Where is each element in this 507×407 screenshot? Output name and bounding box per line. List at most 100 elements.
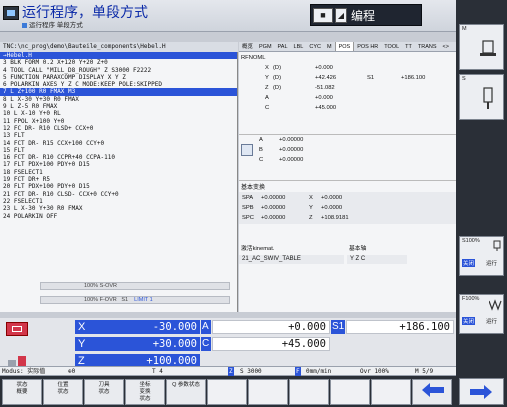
spindle-small-icon [493, 240, 501, 251]
kin-value: 21_AC_SWIV_TABLE [239, 255, 344, 264]
softkey-line1: 刀具 [98, 382, 110, 388]
transform-offset: +0.0000 [321, 205, 343, 211]
tab-pal[interactable]: PAL [275, 42, 291, 51]
softkey-4[interactable]: 坐标 变换 状态 [125, 379, 165, 405]
m-label: M [462, 26, 467, 32]
tab-pgm[interactable]: PGM [256, 42, 275, 51]
transform-box: SPA +0.00000 X +0.0000 SPB +0.00000 Y +0.0000 SP… [239, 192, 456, 224]
position-row: C +45.000 [239, 104, 456, 112]
transform-value: +0.00000 [261, 205, 286, 211]
axis2-position: +0.000 [212, 320, 330, 334]
override-area: 100% S-OVR 100% F-OVR S1 LIMIT 1 [40, 281, 230, 309]
softkey-5[interactable]: Q 参数状态 [166, 379, 206, 405]
s-label: S [462, 76, 466, 82]
transform-offset: +0.0000 [321, 195, 343, 201]
mode-label: 编程 [351, 9, 376, 23]
kin-title-row: 激活kinemat. 基本轴 [239, 245, 456, 253]
transform-label: SPA [242, 195, 254, 201]
tab-cyc[interactable]: CYC [306, 42, 324, 51]
tab--[interactable]: <> [440, 42, 452, 51]
program-line[interactable]: 13 FLT [0, 132, 237, 139]
m-key[interactable]: M [459, 24, 504, 70]
softkey-6[interactable] [207, 379, 247, 405]
axis-value: -51.082 [315, 85, 335, 91]
mode-dot-icon [22, 22, 27, 28]
alarm-icon[interactable] [6, 322, 28, 336]
program-line[interactable]: 7 L Z+100 R0 FMAX M3 [0, 88, 237, 96]
tab-m[interactable]: M [324, 42, 335, 51]
program-line[interactable]: 16 FCT DR- R10 CCPR+40 CCPA-110 [0, 154, 237, 161]
transform-axis: Z [309, 215, 313, 221]
spindle-speed: S 3000 [240, 368, 262, 375]
softkey-line2: 概要 [16, 389, 28, 395]
softkey-1[interactable]: 状态 概要 [2, 379, 42, 405]
softkey-9[interactable] [330, 379, 370, 405]
softkey-line1: 位置 [57, 382, 69, 388]
spindle-override-key[interactable]: S100% 关闭 运行 [459, 236, 504, 276]
position-row: Y (D) +42.426 S1 +186.100 [239, 74, 456, 82]
tab-pos[interactable]: POS [334, 42, 355, 51]
program-line[interactable]: 11 FPOL X+100 Y+0 [0, 118, 237, 125]
program-line[interactable]: 23 L X-30 Y+30 R0 FMAX [0, 205, 237, 212]
mode-indicator[interactable]: ■ ◢ 编程 [310, 4, 422, 26]
softkey-10[interactable] [371, 379, 411, 405]
transform-row: SPB +0.00000 Y +0.0000 [239, 204, 456, 212]
tab-trans[interactable]: TRANS [415, 42, 440, 51]
program-line[interactable]: 12 FC DR- R10 CLSD+ CCX+0 [0, 125, 237, 132]
program-line[interactable]: 15 FLT [0, 147, 237, 154]
tab--[interactable]: 概览 [239, 42, 256, 51]
softkey-8[interactable] [289, 379, 329, 405]
axis2-name: C [201, 337, 211, 351]
program-line[interactable]: 6 POLARKIN AXES Y Z C MODE:KEEP POLE:SKI… [0, 81, 237, 88]
transform-offset: +108.9181 [321, 215, 349, 221]
right-sidebar: M S S100% 关闭 运行 F100% 关闭 运行 [456, 0, 507, 407]
softkey-3[interactable]: 刀具 状态 [84, 379, 124, 405]
program-line[interactable]: 5 FUNCTION PARAXCOMP DISPLAY X Y Z [0, 74, 237, 81]
tab-tt[interactable]: TT [402, 42, 415, 51]
axis-value: +45.000 [315, 105, 337, 111]
feed-override-key[interactable]: F100% 关闭 运行 [459, 294, 504, 334]
transform-label: SPB [242, 205, 254, 211]
axis-value: +0.000 [315, 65, 333, 71]
position-row: Z (D) -51.082 [239, 84, 456, 92]
axis-name: X [78, 321, 86, 333]
axis-value: +0.000 [315, 95, 333, 101]
next-softkey-row-button[interactable] [459, 378, 504, 405]
program-line[interactable]: 22 FSELECT1 [0, 198, 237, 205]
program-line[interactable]: 3 BLK FORM 0.2 X+120 Y+20 Z+0 [0, 59, 237, 66]
arrow-left-icon [422, 383, 444, 397]
tab-lbl[interactable]: LBL [291, 42, 307, 51]
axis-label: A [265, 95, 269, 101]
limit-label: LIMIT 1 [134, 297, 153, 303]
program-line[interactable]: 9 L Z-5 R0 FMAX [0, 103, 237, 110]
program-line[interactable]: 18 FSELECT1 [0, 169, 237, 176]
back-softkey[interactable] [412, 379, 452, 405]
program-line[interactable]: 24 POLARKIN OFF [0, 213, 237, 220]
softkey-line1: Q 参数状态 [172, 382, 200, 388]
program-listing[interactable]: →Hebel.H 3 BLK FORM 0.2 X+120 Y+20 Z+0 4 … [0, 52, 238, 312]
s-key[interactable]: S [459, 74, 504, 120]
rotation-row: A +0.00000 [239, 136, 456, 144]
softkey-bar: 状态 概要 位置 状态 刀具 状态 坐标 变换 状态 Q 参数状态 [0, 376, 456, 407]
program-line[interactable]: 21 FCT DR- R10 CLSD- CCX+0 CCY+0 [0, 191, 237, 198]
kinematics-block: 激活kinemat. 基本轴 21_AC_SWIV_TABLE Y Z C [239, 245, 456, 269]
program-line[interactable]: 10 L X-10 Y+0 RL [0, 110, 237, 117]
axis-position-value: -30.000 [152, 321, 197, 333]
program-line[interactable]: 4 TOOL CALL "MILL_D8_ROUGH" Z S3000 F222… [0, 67, 237, 74]
feed-icon: F [295, 367, 301, 376]
tab-tool[interactable]: TOOL [381, 42, 402, 51]
rotation-axis: C [259, 157, 264, 163]
cursor-icon[interactable]: ◢ [335, 8, 347, 23]
softkey-2[interactable]: 位置 状态 [43, 379, 83, 405]
program-line[interactable]: 14 FCT DR- R15 CCX+100 CCY+0 [0, 140, 237, 147]
program-header-line[interactable]: →Hebel.H [0, 52, 237, 60]
tab-pos-hr[interactable]: POS HR [354, 42, 381, 51]
program-line[interactable]: 19 FCT DR+ R5 [0, 176, 237, 183]
softkey-7[interactable] [248, 379, 288, 405]
square-icon[interactable]: ■ [313, 8, 333, 23]
program-line[interactable]: 17 FLT PDX+100 PDY+0 D15 [0, 161, 237, 168]
program-line[interactable]: 8 L X-30 Y+30 R0 FMAX [0, 96, 237, 103]
program-line[interactable]: 20 FLT PDX+100 PDY+0 D15 [0, 183, 237, 190]
axis-position-value: +30.000 [152, 338, 197, 350]
axis-label: Y [265, 75, 269, 81]
